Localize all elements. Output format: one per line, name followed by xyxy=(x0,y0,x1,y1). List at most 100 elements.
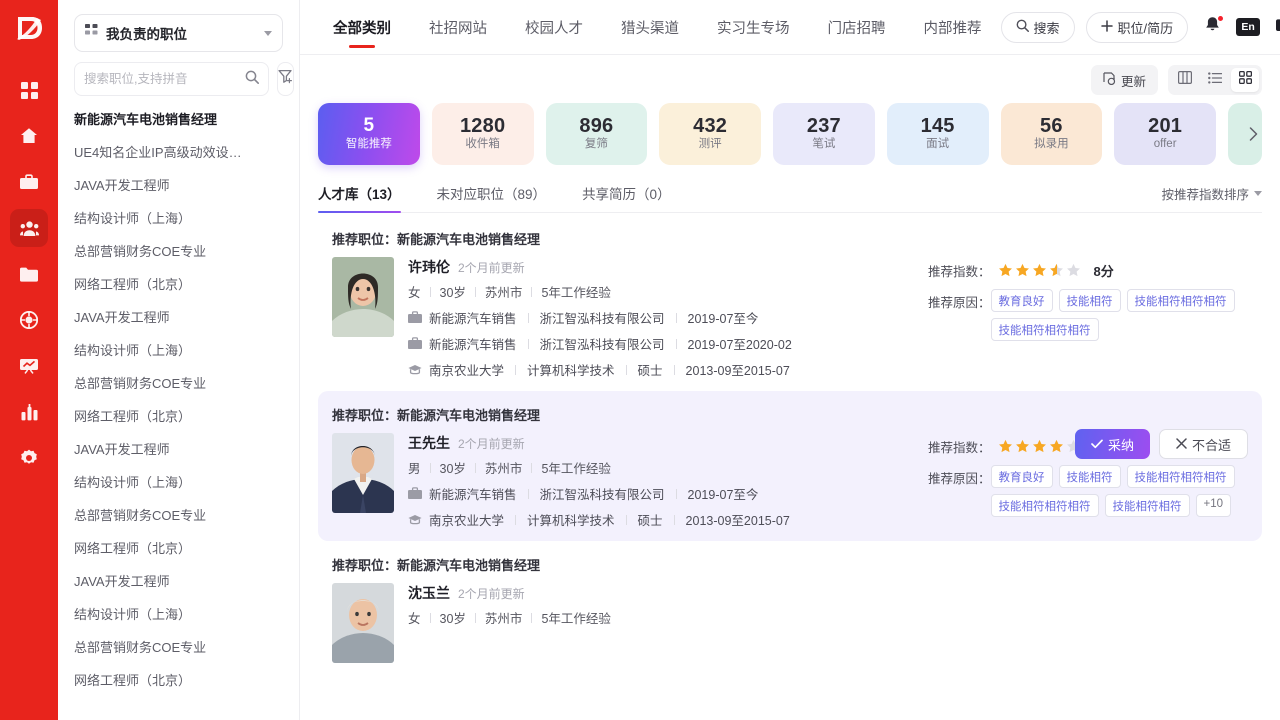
view-mode-grid[interactable] xyxy=(1231,68,1259,92)
nav-tab-label: 内部推荐 xyxy=(924,17,982,38)
plus-icon xyxy=(1101,20,1113,35)
global-search-button[interactable]: 搜索 xyxy=(1001,12,1075,43)
refresh-button[interactable]: 更新 xyxy=(1091,65,1158,95)
content-tab-1[interactable]: 未对应职位（89） xyxy=(437,183,547,212)
reason-tag[interactable]: 技能相符相符 xyxy=(1105,494,1190,517)
content-tab-2[interactable]: 共享简历（0） xyxy=(582,183,671,212)
sidebar-job-item[interactable]: 网络工程师（北京） xyxy=(58,399,299,432)
job-search-box[interactable] xyxy=(74,62,269,96)
nav-tab-6[interactable]: 内部推荐 xyxy=(905,0,1001,55)
candidate-photo[interactable] xyxy=(332,433,394,513)
recommend-job-value: 新能源汽车电池销售经理 xyxy=(397,408,540,423)
sidebar-job-item[interactable]: 网络工程师（北京） xyxy=(58,267,299,300)
sidebar-job-item[interactable]: JAVA开发工程师 xyxy=(58,432,299,465)
briefcase-icon xyxy=(408,311,422,324)
stat-card-面试[interactable]: 145面试 xyxy=(887,103,989,165)
rail-item-folder[interactable] xyxy=(10,255,48,293)
rail-item-target[interactable] xyxy=(10,301,48,339)
row-tertiary: 2019-07至今 xyxy=(688,484,759,503)
reason-tag[interactable]: 技能相符相符相符 xyxy=(991,318,1099,341)
job-scope-select[interactable]: 我负责的职位 xyxy=(74,14,283,52)
candidate-name[interactable]: 沈玉兰 xyxy=(408,583,450,603)
nav-tab-5[interactable]: 门店招聘 xyxy=(809,0,905,55)
nav-tab-3[interactable]: 猎头渠道 xyxy=(602,0,698,55)
job-filter-button[interactable] xyxy=(277,62,294,96)
sidebar-job-item[interactable]: UE4知名企业IP高级动效设… xyxy=(58,135,299,168)
language-toggle[interactable]: En xyxy=(1236,18,1260,36)
sort-select[interactable]: 按推荐指数排序 xyxy=(1161,184,1262,212)
sidebar-job-item[interactable]: 总部营销财务COE专业 xyxy=(58,630,299,663)
candidate-photo[interactable] xyxy=(332,583,394,663)
reason-tag[interactable]: 技能相符相符相符 xyxy=(991,494,1099,517)
sidebar-job-item[interactable]: JAVA开发工程师 xyxy=(58,300,299,333)
sidebar-job-label: 新能源汽车电池销售经理 xyxy=(74,109,283,128)
pipeline-stats: 5智能推荐1280收件箱896复筛432测评237笔试145面试56拟录用201… xyxy=(318,103,1262,165)
stat-card-测评[interactable]: 432测评 xyxy=(659,103,761,165)
create-job-resume-button[interactable]: 职位/简历 xyxy=(1086,12,1189,43)
reason-tag[interactable]: 技能相符 xyxy=(1059,465,1121,488)
notifications-button[interactable] xyxy=(1199,14,1225,40)
rail-item-settings[interactable] xyxy=(10,439,48,477)
rating-stars[interactable] xyxy=(998,263,1081,278)
sidebar-job-item[interactable]: JAVA开发工程师 xyxy=(58,168,299,201)
reason-tag[interactable]: 教育良好 xyxy=(991,289,1053,312)
reason-tag[interactable]: 技能相符相符相符 xyxy=(1127,289,1235,312)
candidate-name[interactable]: 许玮伦 xyxy=(408,257,450,277)
stat-card-拟录用[interactable]: 56拟录用 xyxy=(1001,103,1103,165)
reason-tags: 教育良好技能相符技能相符相符相符技能相符相符相符技能相符相符+10 xyxy=(991,465,1248,517)
target-icon xyxy=(20,311,38,329)
reason-tag-more[interactable]: +10 xyxy=(1196,494,1232,517)
nav-tab-0[interactable]: 全部类别 xyxy=(314,0,410,55)
rail-item-talent[interactable] xyxy=(10,209,48,247)
stat-card-收件箱[interactable]: 1280收件箱 xyxy=(432,103,534,165)
job-list[interactable]: 新能源汽车电池销售经理UE4知名企业IP高级动效设…JAVA开发工程师结构设计师… xyxy=(58,96,299,720)
sidebar-job-item[interactable]: 结构设计师（上海） xyxy=(58,201,299,234)
view-mode-columns[interactable] xyxy=(1171,68,1199,92)
stat-card-笔试[interactable]: 237笔试 xyxy=(773,103,875,165)
sidebar-job-item[interactable]: JAVA开发工程师 xyxy=(58,564,299,597)
job-search-input[interactable] xyxy=(84,72,245,86)
reason-tag[interactable]: 教育良好 xyxy=(991,465,1053,488)
candidate-card[interactable]: 推荐职位：新能源汽车电池销售经理许玮伦2个月前更新女30岁苏州市5年工作经验新能… xyxy=(318,215,1262,391)
app-logo[interactable] xyxy=(0,0,58,55)
reason-tag[interactable]: 技能相符 xyxy=(1059,289,1121,312)
rail-item-home[interactable] xyxy=(10,117,48,155)
sidebar-job-item[interactable]: 总部营销财务COE专业 xyxy=(58,366,299,399)
chevron-right-icon[interactable] xyxy=(1242,119,1264,149)
rail-item-apps[interactable] xyxy=(10,71,48,109)
sidebar-job-item[interactable]: 总部营销财务COE专业 xyxy=(58,234,299,267)
search-icon[interactable] xyxy=(245,70,259,89)
candidate-name[interactable]: 王先生 xyxy=(408,433,450,453)
nav-tab-1[interactable]: 社招网站 xyxy=(410,0,506,55)
sidebar-job-label: 结构设计师（上海） xyxy=(74,208,283,227)
rail-item-jobs[interactable] xyxy=(10,163,48,201)
stat-card-复筛[interactable]: 896复筛 xyxy=(546,103,648,165)
rating-stars[interactable] xyxy=(998,439,1081,454)
rail-item-reports[interactable] xyxy=(10,393,48,431)
sidebar-job-item[interactable]: 网络工程师（北京） xyxy=(58,531,299,564)
sidebar-job-item[interactable]: 总部营销财务COE专业 xyxy=(58,498,299,531)
sidebar-job-item[interactable]: 新能源汽车电池销售经理 xyxy=(58,102,299,135)
content-tab-0[interactable]: 人才库（13） xyxy=(318,183,401,212)
sidebar-job-item[interactable]: 网络工程师（北京） xyxy=(58,663,299,696)
view-mode-list[interactable] xyxy=(1201,68,1229,92)
candidate-card[interactable]: 推荐职位：新能源汽车电池销售经理沈玉兰2个月前更新女30岁苏州市5年工作经验 xyxy=(318,541,1262,675)
nav-tab-2[interactable]: 校园人才 xyxy=(506,0,602,55)
rail-item-presentation[interactable] xyxy=(10,347,48,385)
candidate-info: 沈玉兰2个月前更新女30岁苏州市5年工作经验 xyxy=(408,583,1248,663)
reason-tag[interactable]: 技能相符相符相符 xyxy=(1127,465,1235,488)
stat-card-智能推荐[interactable]: 5智能推荐 xyxy=(318,103,420,165)
nav-tab-4[interactable]: 实习生专场 xyxy=(698,0,809,55)
candidate-updated: 2个月前更新 xyxy=(458,435,525,452)
reject-button[interactable]: 不合适 xyxy=(1159,429,1248,459)
sidebar-job-item[interactable]: 结构设计师（上海） xyxy=(58,333,299,366)
star-full-icon xyxy=(998,263,1013,278)
candidate-card[interactable]: 推荐职位：新能源汽车电池销售经理王先生2个月前更新男30岁苏州市5年工作经验新能… xyxy=(318,391,1262,541)
accept-button[interactable]: 采纳 xyxy=(1075,429,1150,459)
sidebar-job-item[interactable]: 结构设计师（上海） xyxy=(58,597,299,630)
sidebar-job-item[interactable]: 结构设计师（上海） xyxy=(58,465,299,498)
presentation-icon xyxy=(20,358,38,374)
stat-card-offer[interactable]: 201offer xyxy=(1114,103,1216,165)
candidate-photo[interactable] xyxy=(332,257,394,337)
workbench-button[interactable] xyxy=(1271,14,1280,40)
